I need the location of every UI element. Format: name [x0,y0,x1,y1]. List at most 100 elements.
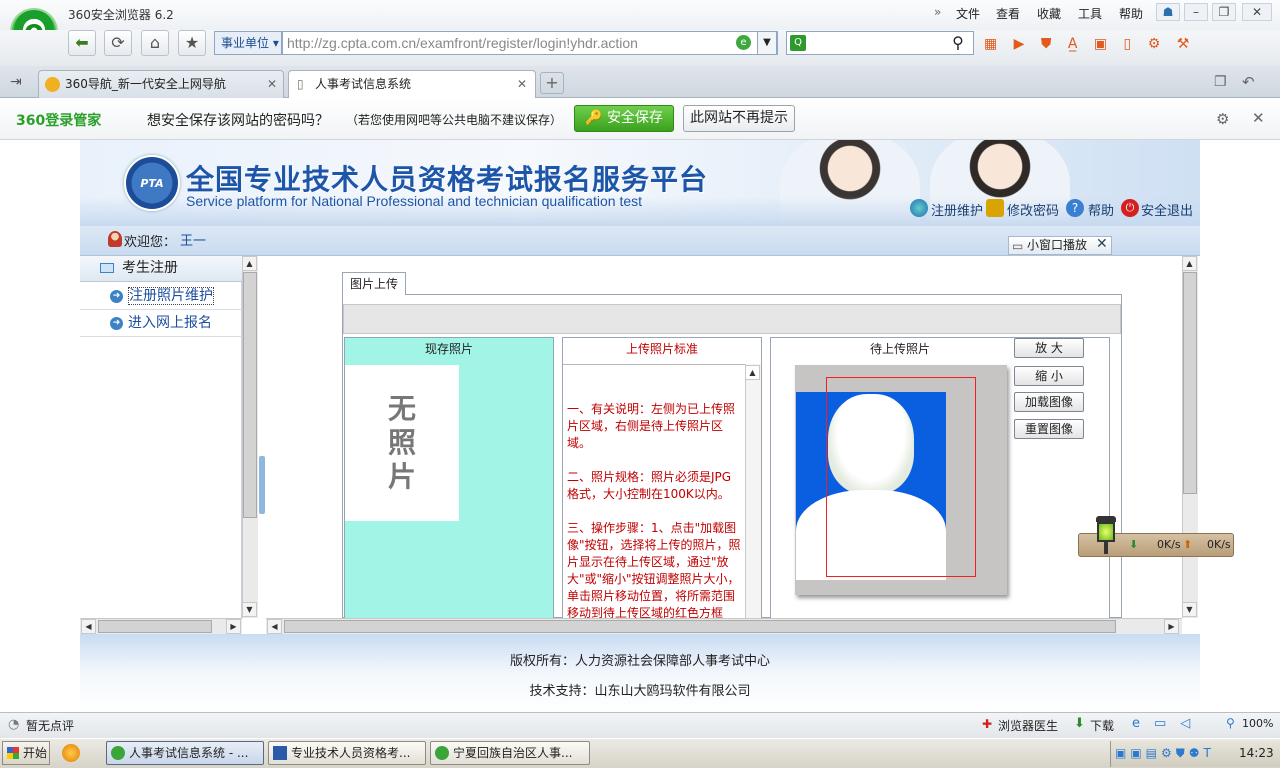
left-nav-header-label: 考生注册 [122,260,178,276]
gear-icon[interactable]: ⚙ [1216,110,1229,128]
task-word-document[interactable]: 专业技术人员资格考... [268,741,426,765]
address-dropdown-button[interactable]: ▼ [757,31,777,55]
back-button[interactable]: ⬅ [68,30,96,56]
task-exam-system[interactable]: 人事考试信息系统 - ... [106,741,264,765]
close-window-button[interactable]: ✕ [1242,3,1272,21]
scroll-right-arrow[interactable]: ▶ [226,619,241,634]
status-tool-icons[interactable]: e▭◁ [1132,716,1204,731]
scroll-thumb[interactable] [1183,272,1197,494]
lock-icon [986,199,1004,217]
menu-expand-icon[interactable]: » [934,5,941,19]
new-tab-button[interactable]: + [540,72,564,94]
start-button[interactable]: 开始 [2,741,50,765]
scroll-left-arrow[interactable]: ◀ [81,619,96,634]
favorite-star-button[interactable]: ★ [178,30,206,56]
crop-red-box [826,377,976,577]
minimize-button[interactable]: – [1184,3,1208,21]
search-icon[interactable]: ⚲ [946,33,970,55]
load-image-button[interactable]: 加载图像 [1014,392,1084,412]
save-password-note: （若您使用网吧等公共电脑不建议保存） [346,113,563,127]
nav-photo-maintain[interactable]: ➜ 注册照片维护 [80,284,242,310]
link-logout[interactable]: 安全退出 [1141,200,1193,219]
tab-list-icon[interactable]: ❐ [1214,74,1227,90]
windows-logo-icon [7,747,19,759]
tab-label: 360导航_新一代安全上网导航 [65,77,226,91]
tab-photo-upload[interactable]: 图片上传 [342,272,406,296]
tv-icon: ▭ [1012,239,1024,253]
left-nav-horizontal-scrollbar[interactable]: ◀ ▶ [80,618,242,634]
quicklaunch-icon[interactable] [62,744,80,762]
link-help[interactable]: 帮助 [1088,200,1114,219]
tab-close-icon[interactable]: ✕ [517,71,527,97]
home-button[interactable]: ⌂ [141,30,169,56]
menu-favorites[interactable]: 收藏 [1037,5,1061,22]
upload-arrow-icon: ⬆ [1183,538,1193,551]
close-small-window-icon[interactable]: ✕ [1096,236,1108,252]
save-password-question: 想安全保存该网站的密码吗？ [147,113,329,129]
tab-exam-system[interactable]: ▯ 人事考试信息系统 ✕ [288,70,536,98]
globe-icon [45,77,60,92]
scroll-up-arrow[interactable]: ▲ [745,365,760,380]
current-photo-title: 现存照片 [424,342,473,356]
refresh-button[interactable]: ⟳ [104,30,132,56]
left-nav-header: 考生注册 [80,256,242,282]
browser-doctor-link[interactable]: 浏览器医生 [998,717,1058,734]
pta-logo-icon: PTA [124,155,180,211]
register-maintain-icon [910,199,928,217]
clock: 14:23 [1239,746,1274,760]
close-bar-icon[interactable]: ✕ [1252,109,1265,127]
menu-tools[interactable]: 工具 [1078,5,1102,22]
search-engine-icon[interactable]: Q [790,35,806,51]
zoom-level[interactable]: 100% [1242,717,1273,730]
zoom-in-button[interactable]: 放 大 [1014,338,1084,358]
scroll-thumb[interactable] [243,272,257,518]
main-horizontal-scrollbar[interactable]: ◀ ▶ [266,618,1182,634]
task-ningxia-exam[interactable]: 宁夏回族自治区人事... [430,741,590,765]
arrow-bullet-icon: ➜ [110,317,123,330]
menu-file[interactable]: 文件 [956,5,980,22]
welcome-label: 欢迎您： [124,235,177,250]
tab-close-icon[interactable]: ✕ [267,71,277,97]
upload-standard-text: 一、有关说明：左侧为已上传照片区域，右侧是待上传照片区域。 二、照片规格：照片必… [563,364,745,618]
site-subtitle: Service platform for National Profession… [186,193,643,209]
site-title: 全国专业技术人员资格考试报名服务平台 [186,163,709,196]
status-left-text[interactable]: 暂无点评 [26,717,74,734]
address-scope-select[interactable]: 事业单位 ▾ [214,31,282,55]
link-change-password[interactable]: 修改密码 [1007,200,1059,219]
scroll-up-arrow[interactable]: ▲ [242,256,257,271]
address-bar[interactable]: http://zg.cpta.com.cn/examfront/register… [282,31,778,55]
tray-icons[interactable]: ▣▣▤⚙⛊⚉T [1115,746,1215,761]
lamp-icon[interactable] [1092,516,1120,554]
pending-photo-title: 待上传照片 [869,342,930,356]
help-icon: ? [1066,199,1084,217]
standard-text-scrollbar[interactable] [745,364,761,618]
zoom-out-button[interactable]: 缩 小 [1014,366,1084,386]
scroll-thumb[interactable] [98,620,212,633]
nav-online-registration[interactable]: ➜ 进入网上报名 [80,311,242,337]
menu-view[interactable]: 查看 [996,5,1020,22]
arrow-bullet-icon: ➜ [110,290,123,303]
scroll-right-arrow[interactable]: ▶ [1164,619,1179,634]
menu-help[interactable]: 帮助 [1119,5,1143,22]
tab-360-navigation[interactable]: 360导航_新一代安全上网导航 ✕ [38,70,284,98]
scroll-left-arrow[interactable]: ◀ [267,619,282,634]
skin-icon[interactable]: ☗ [1156,3,1180,21]
link-register-maintain[interactable]: 注册维护 [931,200,983,219]
tech-support-text: 技术支持：山东山大鸥玛软件有限公司 [529,684,751,699]
never-remind-button[interactable]: 此网站不再提示 [683,105,795,132]
reset-image-button[interactable]: 重置图像 [1014,419,1084,439]
restore-button[interactable]: ❐ [1212,3,1236,21]
safe-save-button[interactable]: 🔑 安全保存 [574,105,674,132]
download-link[interactable]: 下载 [1090,717,1114,734]
undo-close-icon[interactable]: ↶ [1242,73,1255,91]
scroll-up-arrow[interactable]: ▲ [1182,256,1197,271]
scroll-down-arrow[interactable]: ▼ [1182,602,1197,617]
ie-mode-icon[interactable]: e [736,35,751,50]
sidebar-toggle-icon[interactable]: ⇥ [10,74,22,90]
collapse-handle[interactable] [259,456,265,514]
scroll-thumb[interactable] [284,620,1116,633]
doctor-icon: ✚ [982,717,993,731]
welcome-user: 王一 [180,234,207,249]
scroll-down-arrow[interactable]: ▼ [242,602,257,617]
toolbar-extension-icons[interactable]: ▦ ▶ ⛊ A̲ ▣ ▯ ⚙ ⚒ [984,36,1195,52]
